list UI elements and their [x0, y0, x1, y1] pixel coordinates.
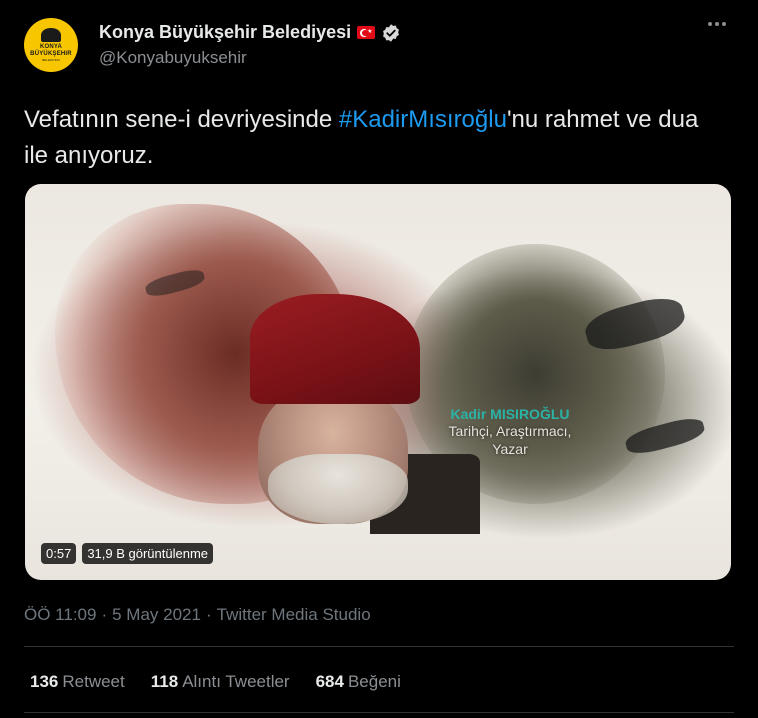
media-badges: 0:57 31,9 B görüntülenme	[41, 543, 214, 564]
tweet-meta: ÖÖ 11:09 · 5 May 2021 · Twitter Media St…	[24, 605, 371, 625]
meta-separator: ·	[205, 605, 212, 624]
avatar[interactable]: KONYA BÜYÜKŞEHIR BELEDİYESİ	[24, 18, 78, 72]
video-duration: 0:57	[41, 543, 77, 564]
view-count: 31,9 B görüntülenme	[82, 543, 214, 564]
tweet-text: Vefatının sene-i devriyesinde #KadirMısı…	[24, 102, 724, 174]
video-caption: Kadir MISIROĞLU Tarihçi, Araştırmacı, Ya…	[415, 406, 605, 458]
author-handle[interactable]: @Konyabuyuksehir	[99, 48, 247, 68]
caption-name: Kadir MISIROĞLU	[450, 406, 570, 422]
author-name-row: Konya Büyükşehir Belediyesi ★	[99, 22, 401, 43]
divider	[24, 712, 734, 713]
like-count[interactable]: 684 Beğeni	[316, 672, 401, 692]
divider	[24, 646, 734, 647]
meta-separator: ·	[101, 605, 108, 624]
more-options-icon[interactable]	[708, 22, 726, 26]
tweet-time[interactable]: ÖÖ 11:09	[24, 605, 96, 625]
tweet-date[interactable]: 5 May 2021	[112, 605, 201, 625]
verified-badge-icon	[383, 23, 400, 42]
author-name[interactable]: Konya Büyükşehir Belediyesi	[99, 22, 351, 43]
avatar-text-2: BÜYÜKŞEHIR	[30, 51, 72, 57]
retweet-count[interactable]: 136 Retweet	[30, 672, 125, 692]
avatar-text-1: KONYA	[39, 44, 63, 50]
tweet-text-before: Vefatının sene-i devriyesinde	[24, 106, 339, 133]
logo-mark-icon	[41, 28, 61, 42]
tweet: KONYA BÜYÜKŞEHIR BELEDİYESİ Konya Büyükş…	[0, 0, 758, 718]
caption-line-1: Tarihçi, Araştırmacı,	[448, 423, 572, 439]
tweet-source[interactable]: Twitter Media Studio	[217, 605, 371, 625]
quote-count[interactable]: 118 Alıntı Tweetler	[151, 672, 290, 692]
portrait-image	[220, 284, 480, 534]
turkey-flag-icon: ★	[357, 26, 376, 39]
caption-line-2: Yazar	[492, 441, 528, 457]
tweet-stats: 136 Retweet 118 Alıntı Tweetler 684 Beğeni	[30, 672, 401, 692]
video-player[interactable]: Kadir MISIROĞLU Tarihçi, Araştırmacı, Ya…	[25, 184, 731, 580]
hashtag-link[interactable]: #KadirMısıroğlu	[339, 106, 507, 133]
avatar-text-3: BELEDİYESİ	[42, 58, 60, 62]
